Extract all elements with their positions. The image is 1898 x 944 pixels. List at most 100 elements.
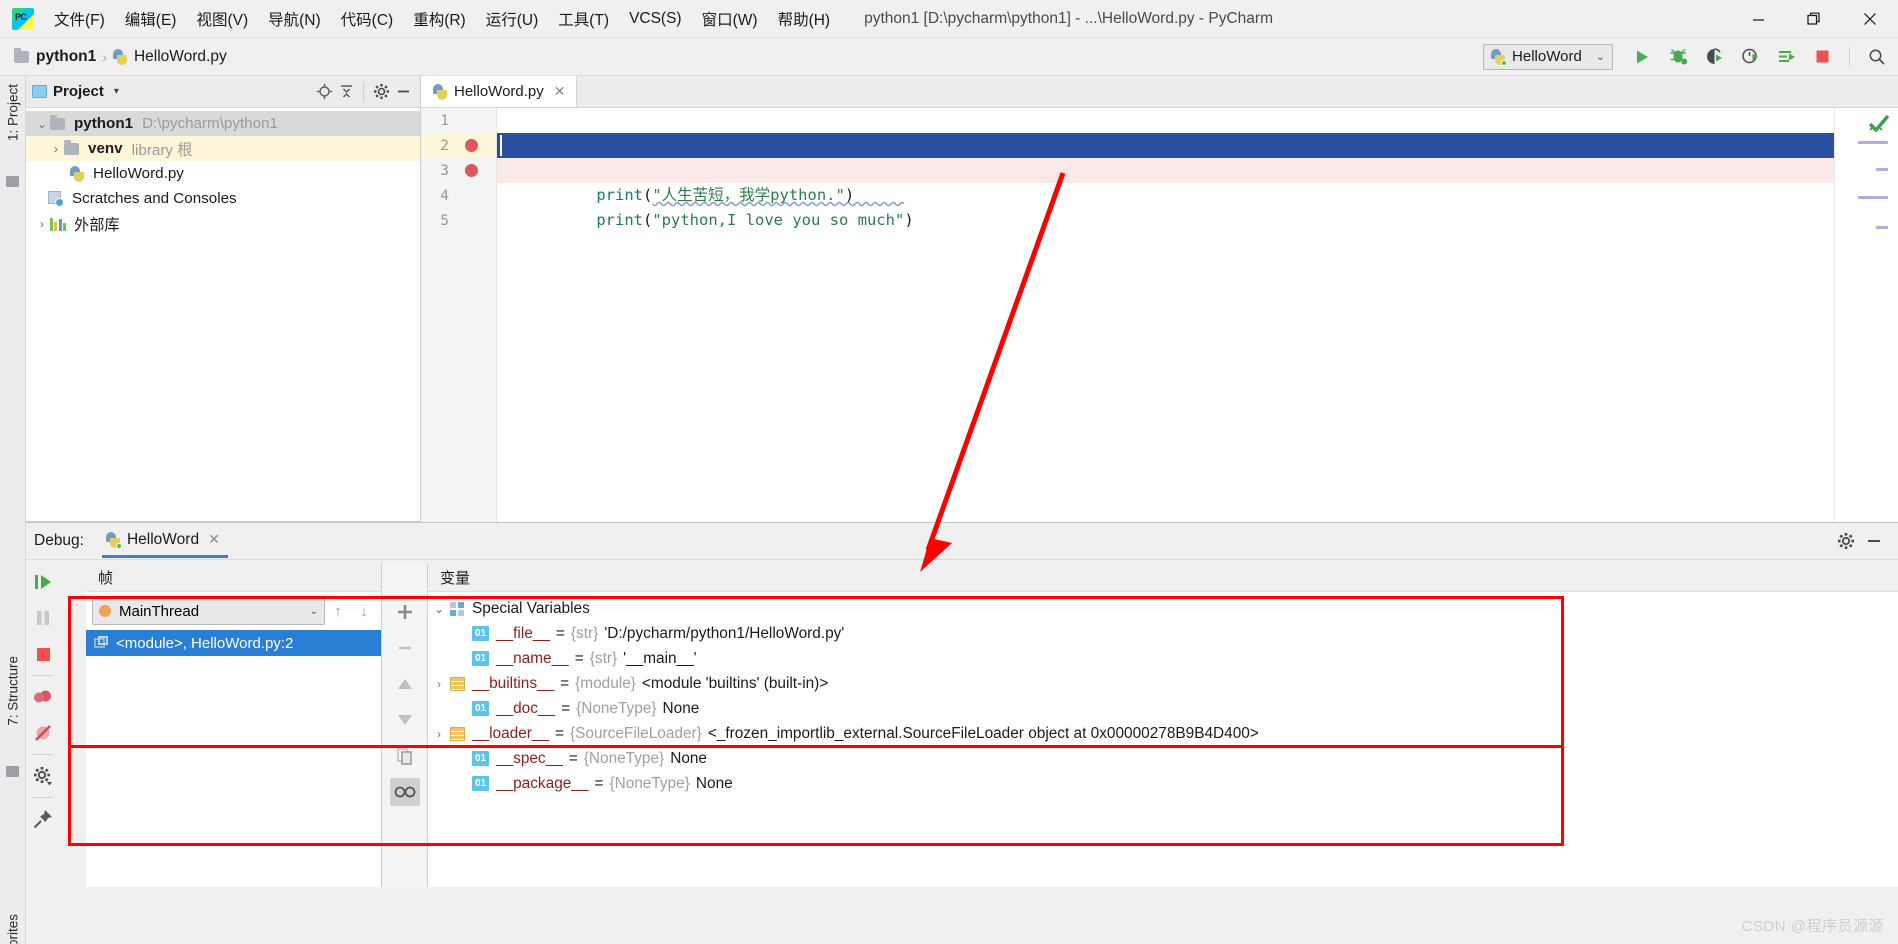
var-row-doc[interactable]: 01 __doc__ = {NoneType} None — [428, 696, 1898, 721]
menu-edit[interactable]: 编辑(E) — [115, 4, 187, 34]
debug-settings-rail-button[interactable] — [28, 759, 58, 793]
module-icon — [450, 726, 465, 741]
chevron-right-icon[interactable]: › — [34, 217, 50, 231]
tree-label-venv: venv — [88, 140, 123, 157]
menu-window[interactable]: 窗口(W) — [692, 4, 768, 34]
copy-value-button[interactable] — [390, 742, 420, 770]
code-lines[interactable]: print("Hello World!Nice to meet you.") p… — [497, 108, 1884, 522]
rail-item-structure[interactable]: 7: Structure — [5, 656, 20, 726]
close-session-icon[interactable]: ✕ — [208, 531, 220, 548]
coverage-button[interactable] — [1703, 46, 1725, 68]
close-button[interactable] — [1842, 0, 1898, 38]
coverage-icon — [1706, 48, 1722, 64]
tab-helloword-py[interactable]: HelloWord.py ✕ — [421, 76, 577, 107]
mute-breakpoints-button[interactable] — [28, 716, 58, 750]
chevron-right-icon[interactable]: › — [428, 677, 450, 691]
close-tab-icon[interactable]: ✕ — [554, 83, 566, 100]
gutter-line-3: 3 — [421, 158, 496, 183]
pin-tab-button[interactable] — [28, 802, 58, 836]
debug-button[interactable] — [1667, 46, 1689, 68]
code-editor[interactable]: 1 2 3 4 5 print("Hello World!Nice to mee… — [421, 108, 1898, 522]
breakpoint-icon[interactable] — [465, 139, 478, 152]
library-icon — [50, 217, 66, 231]
breakpoint-icon[interactable] — [465, 164, 478, 177]
str-icon: 01 — [472, 651, 489, 666]
locate-file-button[interactable] — [313, 81, 335, 103]
menu-view[interactable]: 视图(V) — [186, 4, 258, 34]
pause-program-button[interactable] — [28, 601, 58, 635]
minus-icon — [398, 646, 411, 650]
run-button[interactable] — [1631, 46, 1653, 68]
code-line-3[interactable]: print("人生苦短，我学python.") — [497, 158, 1884, 204]
collapse-all-button[interactable] — [335, 81, 357, 103]
frame-item-module[interactable]: <module>, HelloWord.py:2 — [86, 630, 381, 656]
breadcrumb-project[interactable]: python1 — [36, 48, 96, 66]
search-everywhere-button[interactable] — [1866, 46, 1888, 68]
view-breakpoints-button[interactable] — [28, 680, 58, 714]
code-line-5[interactable] — [497, 208, 1884, 233]
var-row-file[interactable]: 01 __file__ = {str} 'D:/pycharm/python1/… — [428, 621, 1898, 646]
menu-refactor[interactable]: 重构(R) — [403, 4, 476, 34]
project-settings-button[interactable] — [370, 81, 392, 103]
stop-program-button[interactable] — [28, 637, 58, 671]
frame-down-button[interactable]: ↓ — [351, 597, 377, 625]
var-row-spec[interactable]: 01 __spec__ = {NoneType} None — [428, 746, 1898, 771]
chevron-right-icon[interactable]: › — [428, 727, 450, 741]
chevron-down-icon[interactable]: ▾ — [114, 86, 119, 97]
var-row-special-variables[interactable]: ⌄ Special Variables — [428, 596, 1898, 621]
menu-tools[interactable]: 工具(T) — [548, 4, 619, 34]
remove-watch-button[interactable] — [390, 634, 420, 662]
tree-item-venv[interactable]: › venv library 根 — [26, 136, 420, 161]
thread-selector[interactable]: MainThread ⌄ — [92, 597, 325, 625]
resume-program-button[interactable] — [28, 565, 58, 599]
frame-up-button[interactable]: ↑ — [325, 597, 351, 625]
inspection-status-icon[interactable] — [1868, 114, 1890, 139]
minimize-button[interactable] — [1730, 0, 1786, 38]
move-up-button[interactable] — [390, 670, 420, 698]
debug-hide-button[interactable] — [1860, 527, 1888, 555]
debug-settings-button[interactable] — [1832, 527, 1860, 555]
chevron-down-icon[interactable]: ⌄ — [34, 117, 50, 131]
debug-session-tab[interactable]: HelloWord ✕ — [101, 524, 228, 558]
menu-file[interactable]: 文件(F) — [44, 4, 115, 34]
move-down-button[interactable] — [390, 706, 420, 734]
maximize-button[interactable] — [1786, 0, 1842, 38]
hide-panel-button[interactable] — [392, 81, 414, 103]
inspect-button[interactable] — [389, 778, 420, 806]
var-type: {NoneType} — [583, 749, 665, 767]
var-row-package[interactable]: 01 __package__ = {NoneType} None — [428, 771, 1898, 796]
frame-icon — [94, 636, 109, 650]
code-line-1[interactable]: print("Hello World!Nice to meet you.") — [497, 108, 1884, 154]
run-toolbar — [1631, 46, 1888, 68]
menu-run[interactable]: 运行(U) — [476, 4, 549, 34]
code-line-2[interactable]: print("我的学号：XXXXX，名字：XXXXX") — [497, 133, 1884, 204]
folder-icon — [64, 139, 79, 155]
editor-gutter[interactable]: 1 2 3 4 5 — [421, 108, 497, 522]
run-with-console-button[interactable] — [1775, 46, 1797, 68]
search-icon — [1869, 49, 1885, 65]
var-row-loader[interactable]: › __loader__ = {SourceFileLoader} <_froz… — [428, 721, 1898, 746]
var-row-builtins[interactable]: › __builtins__ = {module} <module 'built… — [428, 671, 1898, 696]
tree-item-scratches[interactable]: Scratches and Consoles — [26, 186, 420, 211]
stop-button[interactable] — [1811, 46, 1833, 68]
add-watch-button[interactable] — [390, 598, 420, 626]
menu-vcs[interactable]: VCS(S) — [619, 6, 692, 32]
menu-navigate[interactable]: 导航(N) — [258, 4, 331, 34]
chevron-down-icon[interactable]: ⌄ — [428, 602, 450, 616]
variables-header: 变量 — [428, 564, 1898, 592]
run-configuration-selector[interactable]: HelloWord ⌄ — [1483, 43, 1613, 70]
plus-icon — [397, 605, 412, 619]
menu-code[interactable]: 代码(C) — [331, 4, 404, 34]
chevron-right-icon[interactable]: › — [48, 142, 64, 156]
editor-marker-strip[interactable] — [1834, 108, 1898, 522]
profile-button[interactable] — [1739, 46, 1761, 68]
var-row-name[interactable]: 01 __name__ = {str} '__main__' — [428, 646, 1898, 671]
breadcrumb-file[interactable]: HelloWord.py — [134, 48, 227, 66]
tree-item-helloword[interactable]: HelloWord.py — [26, 161, 420, 186]
rail-item-project[interactable]: 1: Project — [5, 84, 20, 141]
tree-item-external-libraries[interactable]: › 外部库 — [26, 211, 420, 236]
code-line-4[interactable]: print("python,I love you so much") — [497, 183, 1884, 229]
menu-help[interactable]: 帮助(H) — [768, 4, 841, 34]
rail-item-favorites[interactable]: Favorites — [5, 914, 20, 944]
tree-item-python1[interactable]: ⌄ python1 D:\pycharm\python1 — [26, 111, 420, 136]
